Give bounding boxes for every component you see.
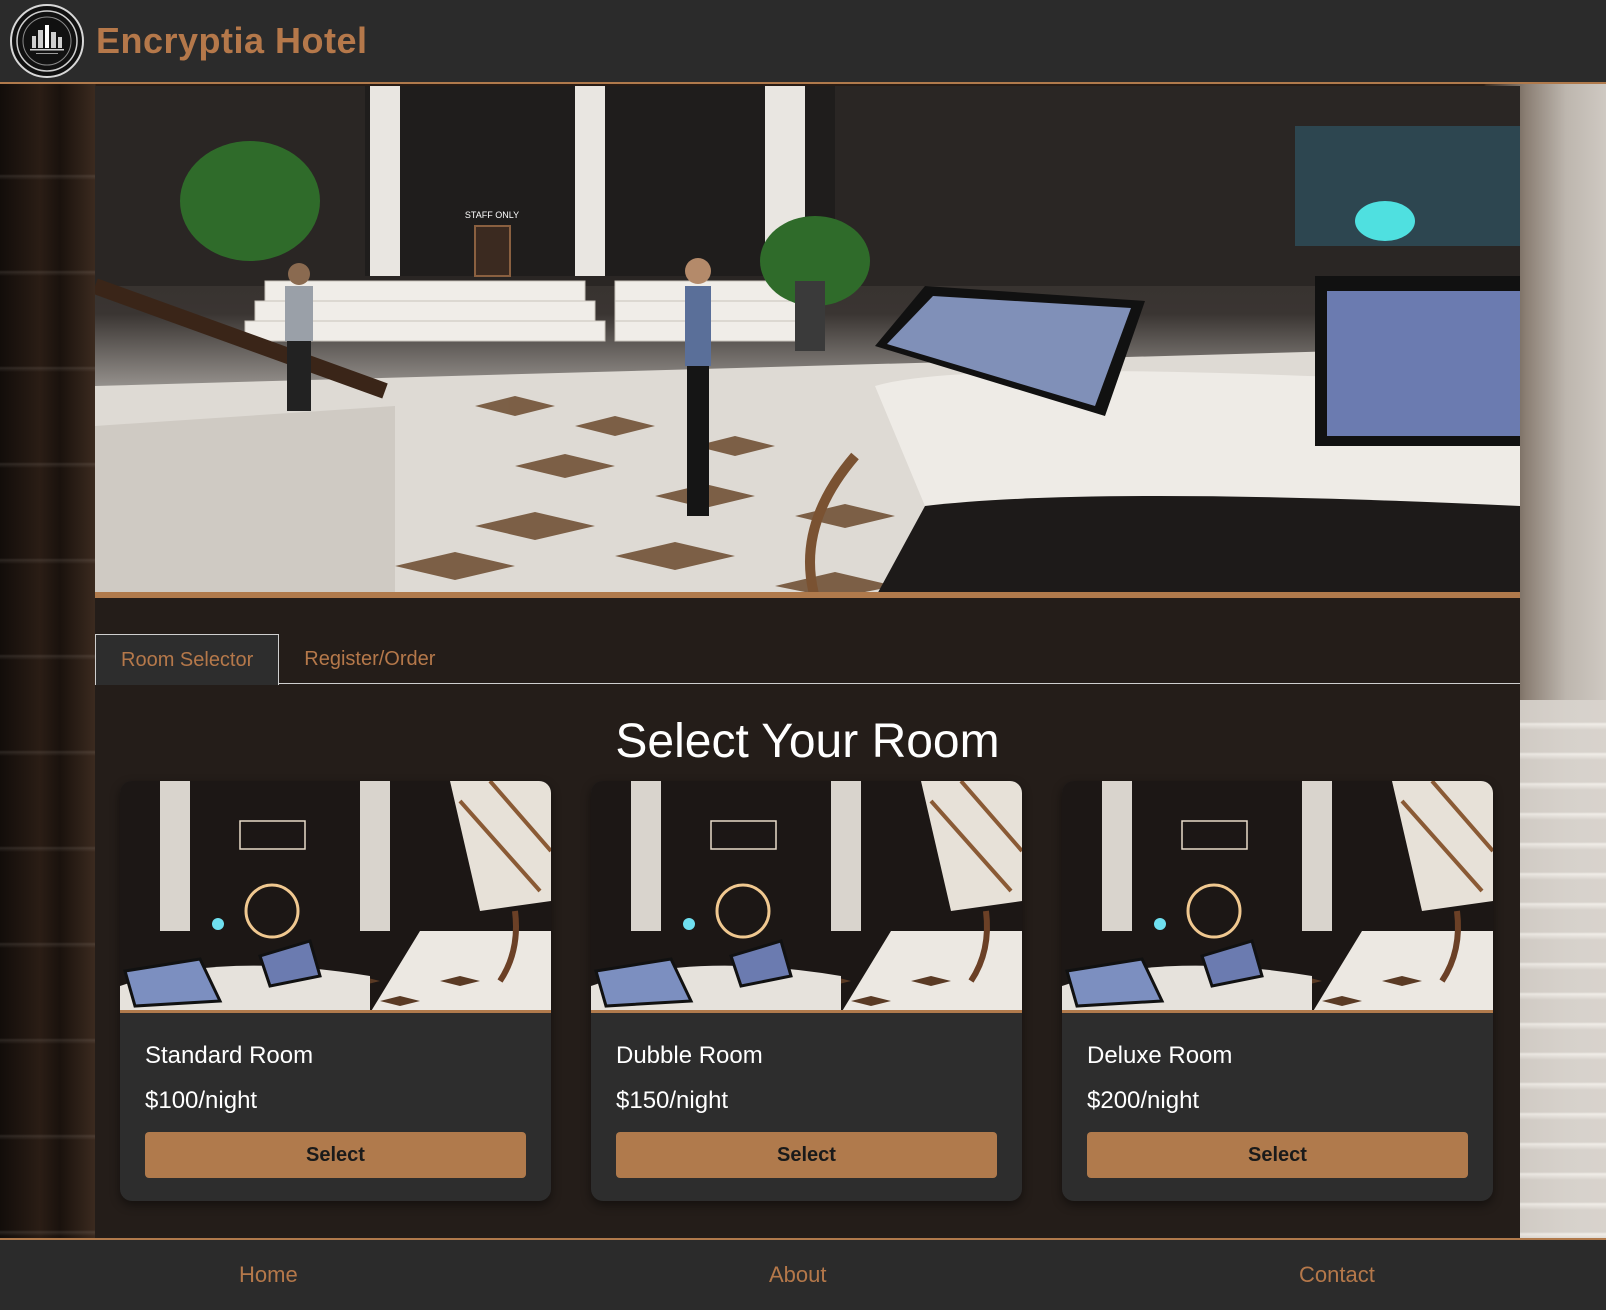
select-room-button[interactable]: Select: [616, 1132, 997, 1178]
main-content: STAFF ONLY Room Selector Register/Order …: [95, 86, 1520, 1238]
room-name: Deluxe Room: [1087, 1042, 1233, 1069]
room-card-standard: Standard Room $100/night Select: [120, 781, 551, 1201]
room-price: $200/night: [1087, 1087, 1200, 1114]
footer-link-contact[interactable]: Contact: [1299, 1262, 1375, 1288]
tab-register-order[interactable]: Register/Order: [279, 634, 460, 684]
footer-link-home[interactable]: Home: [239, 1262, 298, 1288]
site-header: Encryptia Hotel: [0, 0, 1606, 84]
site-title: Encryptia Hotel: [96, 20, 368, 61]
room-image: [591, 781, 1022, 1013]
select-room-button[interactable]: Select: [1087, 1132, 1468, 1178]
card-body: Deluxe Room $200/night Select: [1062, 1013, 1493, 1178]
room-name: Standard Room: [145, 1042, 314, 1069]
room-price: $150/night: [616, 1087, 729, 1114]
background-scenery-right: [1520, 700, 1606, 1240]
select-room-button[interactable]: Select: [145, 1132, 526, 1178]
staff-only-sign: STAFF ONLY: [465, 210, 519, 220]
lobby-scene-illustration: STAFF ONLY: [95, 86, 1520, 592]
hotel-lobby-image: STAFF ONLY: [95, 86, 1520, 598]
tab-bar: Room Selector Register/Order: [95, 634, 1520, 685]
room-lobby-illustration: [120, 781, 551, 1010]
room-name: Dubble Room: [616, 1042, 763, 1069]
room-lobby-illustration: [591, 781, 1022, 1010]
room-price: $100/night: [145, 1087, 258, 1114]
logo-emblem-icon: [16, 10, 78, 72]
tab-room-selector[interactable]: Room Selector: [95, 634, 280, 685]
panel-heading: Select Your Room: [615, 715, 1000, 768]
card-body: Standard Room $100/night Select: [120, 1013, 551, 1178]
room-image: [1062, 781, 1493, 1013]
hotel-logo-icon[interactable]: [10, 4, 84, 78]
room-image: [120, 781, 551, 1013]
room-card-double: Dubble Room $150/night Select: [591, 781, 1022, 1201]
site-footer: Home About Contact: [0, 1238, 1606, 1310]
background-scenery-left: [0, 84, 96, 1240]
card-body: Dubble Room $150/night Select: [591, 1013, 1022, 1178]
footer-link-about[interactable]: About: [769, 1262, 827, 1288]
room-lobby-illustration: [1062, 781, 1493, 1010]
room-selector-panel: Select Your Room Standard Room $100/nigh…: [95, 685, 1520, 1238]
room-cards: Standard Room $100/night Select Dubble R…: [120, 781, 1495, 1201]
room-card-deluxe: Deluxe Room $200/night Select: [1062, 781, 1493, 1201]
